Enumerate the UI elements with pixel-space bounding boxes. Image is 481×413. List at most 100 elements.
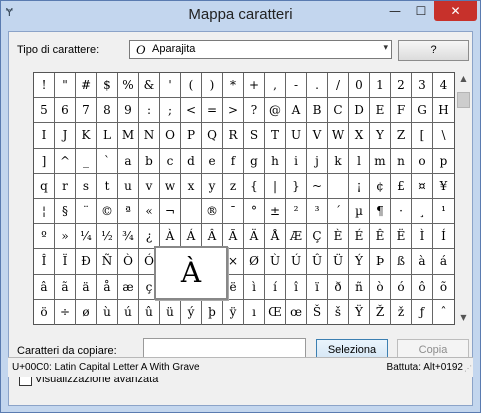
char-cell[interactable]: H: [433, 98, 454, 124]
char-cell[interactable]: Ñ: [97, 249, 118, 275]
char-cell[interactable]: Ë: [391, 224, 412, 250]
char-cell[interactable]: ": [55, 73, 76, 99]
char-cell[interactable]: û: [139, 299, 160, 325]
char-cell[interactable]: K: [76, 123, 97, 149]
char-cell[interactable]: r: [55, 173, 76, 199]
char-cell[interactable]: u: [118, 173, 139, 199]
char-cell[interactable]: Ÿ: [349, 299, 370, 325]
char-cell[interactable]: ³: [307, 198, 328, 225]
char-cell[interactable]: g: [244, 148, 265, 174]
char-cell[interactable]: ñ: [349, 274, 370, 300]
char-cell[interactable]: à: [412, 249, 433, 275]
char-cell[interactable]: ì: [244, 274, 265, 300]
char-cell[interactable]: *: [223, 73, 244, 99]
minimize-button[interactable]: —: [382, 1, 408, 21]
char-cell[interactable]: G: [412, 98, 433, 124]
char-cell[interactable]: ä: [76, 274, 97, 300]
char-cell[interactable]: [181, 198, 202, 225]
char-cell[interactable]: .: [307, 73, 328, 99]
char-cell[interactable]: p: [433, 149, 454, 174]
char-cell[interactable]: Ž: [370, 299, 391, 325]
char-cell[interactable]: µ: [349, 198, 370, 225]
char-cell[interactable]: m: [370, 148, 391, 174]
char-cell[interactable]: (: [181, 73, 202, 99]
char-cell[interactable]: ¨: [76, 198, 97, 225]
char-cell[interactable]: «: [139, 198, 160, 225]
char-cell[interactable]: >: [223, 98, 244, 124]
char-cell[interactable]: Þ: [370, 249, 391, 275]
char-cell[interactable]: Í: [433, 224, 454, 250]
char-cell[interactable]: 3: [412, 73, 433, 99]
char-cell[interactable]: Ù: [265, 249, 286, 275]
char-cell[interactable]: Ê: [370, 224, 391, 250]
help-button[interactable]: ?: [398, 40, 469, 61]
char-cell[interactable]: Ð: [76, 249, 97, 275]
char-cell[interactable]: Î: [34, 249, 55, 275]
char-cell[interactable]: á: [433, 249, 454, 275]
char-cell[interactable]: `: [97, 148, 118, 174]
char-cell[interactable]: ¶: [370, 198, 391, 225]
char-cell[interactable]: Z: [391, 123, 412, 149]
char-cell[interactable]: å: [97, 274, 118, 300]
char-cell[interactable]: w: [160, 173, 181, 199]
char-cell[interactable]: I: [34, 123, 55, 149]
char-cell[interactable]: ½: [97, 224, 118, 250]
char-cell[interactable]: Ú: [286, 249, 307, 275]
char-cell[interactable]: õ: [433, 275, 454, 300]
char-cell[interactable]: z: [223, 173, 244, 199]
char-cell[interactable]: §: [55, 198, 76, 225]
char-cell[interactable]: Ø: [244, 249, 265, 275]
char-cell[interactable]: ú: [118, 299, 139, 325]
char-cell[interactable]: ü: [160, 299, 181, 325]
char-cell[interactable]: d: [181, 148, 202, 174]
char-cell[interactable]: »: [55, 224, 76, 250]
char-cell[interactable]: |: [265, 173, 286, 199]
char-cell[interactable]: ¬: [160, 198, 181, 225]
char-cell[interactable]: :: [139, 98, 160, 124]
char-cell[interactable]: Ý: [349, 249, 370, 275]
chevron-down-icon[interactable]: ▾: [383, 43, 388, 53]
char-cell[interactable]: 1: [370, 73, 391, 99]
char-cell[interactable]: ©: [97, 198, 118, 225]
char-cell[interactable]: ã: [55, 274, 76, 300]
char-cell[interactable]: X: [349, 123, 370, 149]
char-cell[interactable]: ó: [391, 274, 412, 300]
char-cell[interactable]: 5: [34, 98, 55, 124]
char-cell[interactable]: ¥: [433, 174, 454, 199]
char-cell[interactable]: R: [223, 123, 244, 149]
char-cell[interactable]: ¯: [223, 198, 244, 225]
char-cell[interactable]: O: [160, 123, 181, 149]
char-cell[interactable]: Y: [370, 123, 391, 149]
char-cell[interactable]: l: [349, 148, 370, 174]
char-cell[interactable]: V: [307, 123, 328, 149]
char-cell[interactable]: Ï: [55, 249, 76, 275]
char-cell[interactable]: º: [34, 224, 55, 250]
char-cell[interactable]: Ü: [328, 249, 349, 275]
char-cell[interactable]: U: [286, 123, 307, 149]
char-cell[interactable]: ï: [307, 274, 328, 300]
char-cell[interactable]: ª: [118, 198, 139, 225]
char-cell[interactable]: b: [139, 148, 160, 174]
char-cell[interactable]: $: [97, 73, 118, 99]
char-cell[interactable]: j: [307, 148, 328, 174]
char-cell[interactable]: Æ: [286, 224, 307, 250]
char-cell[interactable]: =: [202, 98, 223, 124]
char-cell[interactable]: 7: [76, 98, 97, 124]
char-cell[interactable]: œ: [286, 299, 307, 325]
char-cell[interactable]: Ò: [118, 249, 139, 275]
char-cell[interactable]: ²: [286, 198, 307, 225]
char-cell[interactable]: }: [286, 173, 307, 199]
char-cell[interactable]: y: [202, 173, 223, 199]
char-cell[interactable]: 9: [118, 98, 139, 124]
char-cell[interactable]: Œ: [265, 299, 286, 325]
char-cell[interactable]: q: [34, 173, 55, 199]
char-cell[interactable]: ¼: [76, 224, 97, 250]
char-cell[interactable]: ·: [391, 198, 412, 225]
char-cell[interactable]: ¦: [34, 198, 55, 225]
close-button[interactable]: ✕: [434, 1, 477, 21]
char-cell[interactable]: M: [118, 123, 139, 149]
char-cell[interactable]: n: [391, 148, 412, 174]
char-cell[interactable]: 6: [55, 98, 76, 124]
font-dropdown[interactable]: O Aparajita ▾: [129, 40, 392, 59]
char-cell[interactable]: !: [34, 73, 55, 99]
